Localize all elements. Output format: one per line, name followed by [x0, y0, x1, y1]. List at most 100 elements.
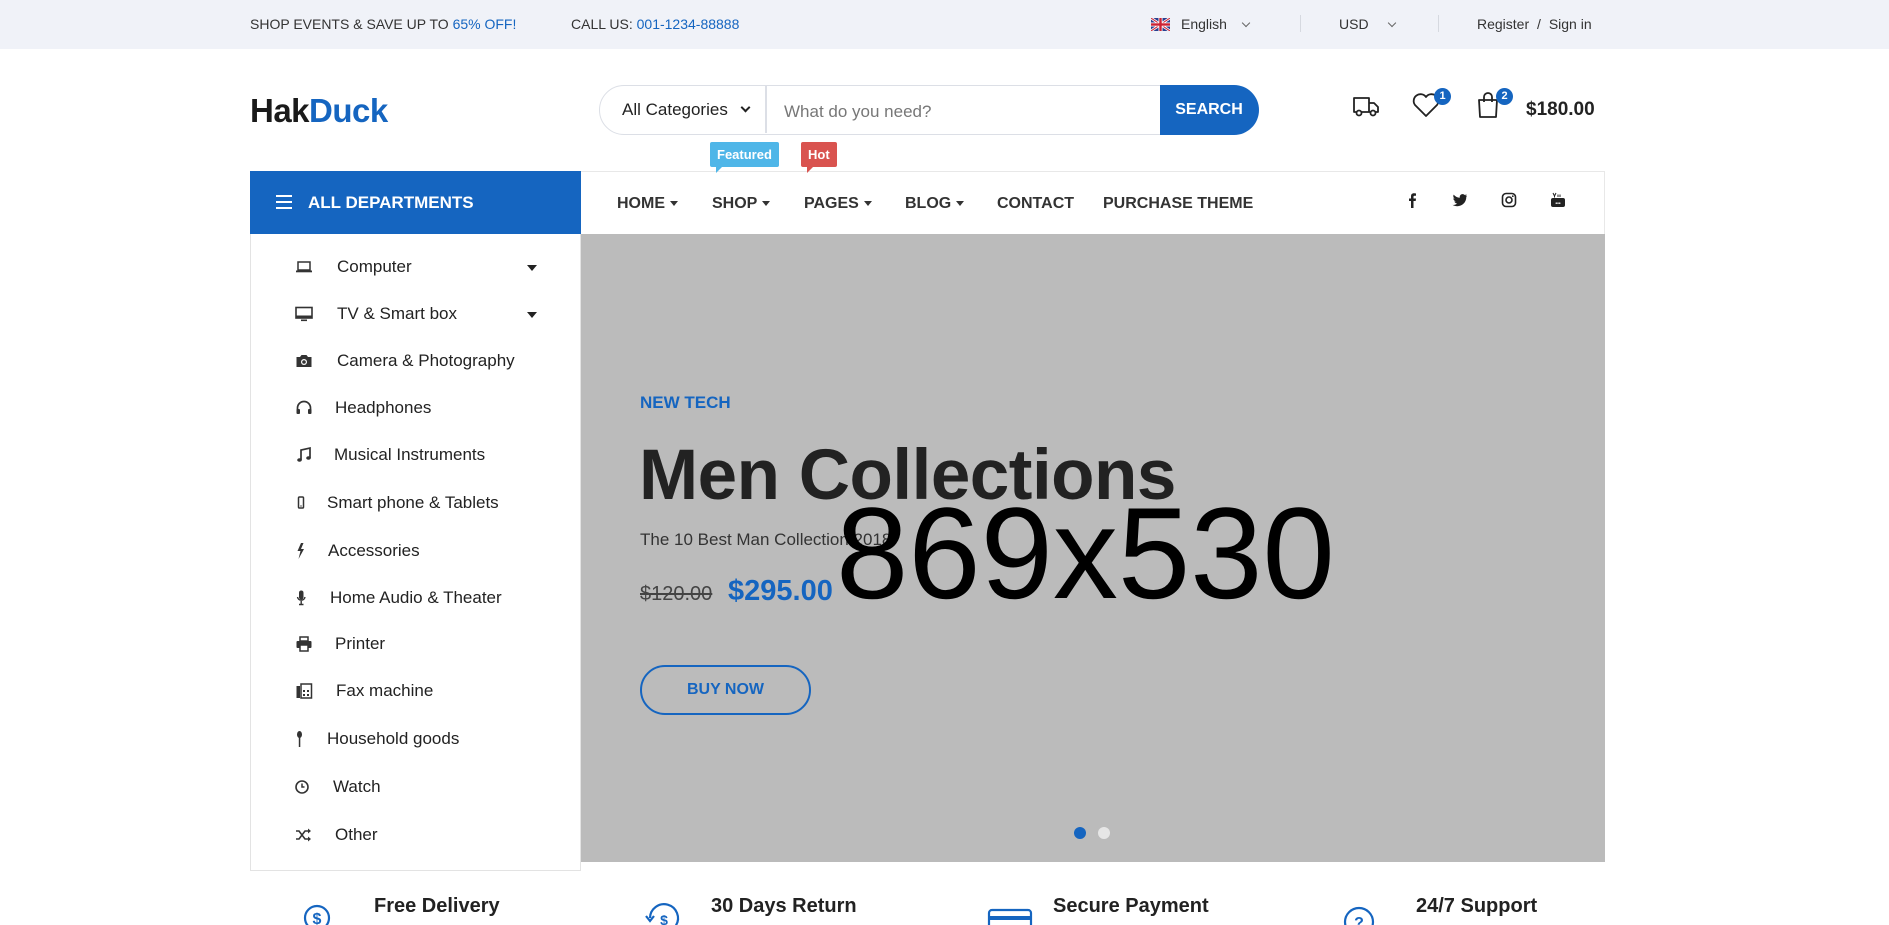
- sidebar-item-label: Watch: [333, 777, 381, 796]
- sidebar-item-label: Home Audio & Theater: [330, 588, 502, 607]
- facebook-icon[interactable]: [1404, 192, 1420, 208]
- monitor-icon: [295, 306, 313, 322]
- dollar-circle-icon: $: [303, 904, 331, 925]
- sidebar-item-smartphone[interactable]: Smart phone & Tablets: [251, 483, 581, 523]
- sidebar-item-label: Fax machine: [336, 681, 434, 700]
- caret-down-icon: [670, 201, 678, 206]
- cart-count-badge: 2: [1496, 88, 1513, 105]
- twitter-icon[interactable]: [1452, 192, 1468, 208]
- hamburger-icon: [276, 195, 292, 209]
- slider-dot-active[interactable]: [1074, 827, 1086, 839]
- fax-icon: [296, 683, 313, 699]
- nav-blog[interactable]: BLOG: [905, 195, 965, 213]
- uk-flag-icon: [1151, 18, 1170, 31]
- brush-icon: [297, 731, 302, 747]
- nav-shop[interactable]: SHOP: [712, 195, 771, 213]
- sidebar-item-label: Household goods: [327, 729, 460, 748]
- image-placeholder-label: 869x530: [836, 480, 1335, 626]
- sidebar-item-tv[interactable]: TV & Smart box: [251, 294, 581, 334]
- feature-title: Free Delivery: [374, 895, 500, 917]
- departments-sidebar: Computer TV & Smart box Camera & Photogr…: [250, 234, 581, 871]
- feature-title: Secure Payment: [1053, 895, 1209, 917]
- sidebar-item-camera[interactable]: Camera & Photography: [251, 341, 581, 381]
- language-select[interactable]: English: [1181, 16, 1251, 32]
- laptop-icon: [296, 261, 312, 273]
- microphone-icon: [296, 590, 306, 606]
- promo-text: SHOP EVENTS & SAVE UP TO 65% OFF!: [250, 16, 517, 32]
- instagram-icon[interactable]: [1501, 192, 1517, 208]
- all-departments-button[interactable]: ALL DEPARTMENTS: [250, 171, 581, 234]
- divider: [765, 86, 767, 133]
- site-logo[interactable]: HakDuck: [250, 92, 388, 130]
- chevron-down-icon: [740, 102, 751, 113]
- sidebar-item-label: TV & Smart box: [337, 304, 457, 323]
- caret-down-icon: [863, 201, 872, 206]
- chevron-down-icon: [1241, 18, 1251, 28]
- sidebar-item-label: Camera & Photography: [337, 351, 515, 370]
- shuffle-icon: [296, 828, 311, 842]
- chevron-down-icon: [1387, 18, 1396, 28]
- search-input[interactable]: What do you need?: [784, 102, 931, 122]
- sidebar-item-watch[interactable]: Watch: [251, 767, 581, 807]
- credit-card-icon: [987, 908, 1033, 925]
- sidebar-item-label: Computer: [337, 257, 412, 276]
- clock-icon: [295, 780, 309, 794]
- search-button[interactable]: SEARCH: [1159, 84, 1259, 135]
- featured-tag: Featured: [710, 142, 779, 173]
- slash-separator: /: [1537, 16, 1541, 32]
- nav-contact[interactable]: CONTACT: [997, 195, 1074, 213]
- category-select[interactable]: All Categories: [622, 100, 751, 120]
- bolt-icon: [297, 543, 304, 559]
- feature-title: 24/7 Support: [1416, 895, 1538, 917]
- sidebar-item-headphones[interactable]: Headphones: [251, 388, 581, 428]
- sidebar-item-label: Headphones: [335, 398, 432, 417]
- currency-select[interactable]: USD: [1339, 16, 1396, 32]
- phone-link[interactable]: 001-1234-88888: [637, 16, 740, 32]
- caret-down-icon[interactable]: [527, 265, 537, 271]
- signin-link[interactable]: Sign in: [1549, 16, 1592, 32]
- sidebar-item-fax-machine[interactable]: Fax machine: [251, 671, 581, 711]
- buy-now-button[interactable]: BUY NOW: [640, 665, 811, 715]
- old-price: $120.00: [640, 583, 713, 605]
- account-links: Register / Sign in: [1477, 16, 1592, 32]
- feature-title: 30 Days Return: [711, 895, 857, 917]
- hot-tag: Hot: [801, 142, 837, 173]
- sidebar-item-accessories[interactable]: Accessories: [251, 531, 581, 571]
- nav-purchase-theme[interactable]: PURCHASE THEME: [1103, 195, 1253, 213]
- sidebar-item-computer[interactable]: Computer: [251, 247, 581, 287]
- svg-text:$: $: [660, 912, 668, 925]
- mobile-icon: [297, 496, 305, 509]
- sidebar-item-household-goods[interactable]: Household goods: [251, 719, 581, 759]
- camera-icon: [296, 355, 312, 367]
- divider: [1438, 15, 1439, 32]
- cart-total[interactable]: $180.00: [1526, 99, 1595, 121]
- sidebar-item-printer[interactable]: Printer: [251, 624, 581, 664]
- sidebar-item-label: Other: [335, 825, 378, 844]
- nav-pages[interactable]: PAGES: [804, 195, 872, 213]
- sidebar-item-label: Smart phone & Tablets: [327, 493, 499, 512]
- sidebar-item-label: Accessories: [328, 541, 420, 560]
- caret-down-icon[interactable]: [527, 312, 537, 318]
- call-us: CALL US: 001-1234-88888: [571, 16, 740, 32]
- register-link[interactable]: Register: [1477, 16, 1529, 32]
- hero-kicker: NEW TECH: [640, 393, 731, 412]
- promo-highlight[interactable]: 65% OFF!: [453, 16, 517, 32]
- truck-icon[interactable]: [1351, 90, 1381, 120]
- sidebar-item-label: Musical Instruments: [334, 445, 486, 464]
- svg-text:•••: •••: [1555, 201, 1561, 207]
- nav-home[interactable]: HOME: [617, 195, 678, 213]
- question-icon: ?: [1343, 906, 1375, 925]
- sidebar-item-home-audio[interactable]: Home Audio & Theater: [251, 578, 581, 618]
- return-icon: $: [645, 903, 680, 925]
- hero-slider: NEW TECH Men Collections The 10 Best Man…: [581, 234, 1605, 862]
- new-price: $295.00: [728, 575, 833, 607]
- svg-text:?: ?: [1354, 915, 1364, 925]
- youtube-icon[interactable]: •••: [1550, 192, 1566, 208]
- sidebar-item-other[interactable]: Other: [251, 815, 581, 855]
- search-bar: All Categories What do you need? SEARCH: [599, 84, 1259, 135]
- sidebar-item-musical-instruments[interactable]: Musical Instruments: [251, 435, 581, 475]
- music-icon: [297, 446, 311, 462]
- svg-text:$: $: [313, 911, 322, 925]
- headphones-icon: [296, 400, 312, 414]
- slider-dot[interactable]: [1098, 827, 1110, 839]
